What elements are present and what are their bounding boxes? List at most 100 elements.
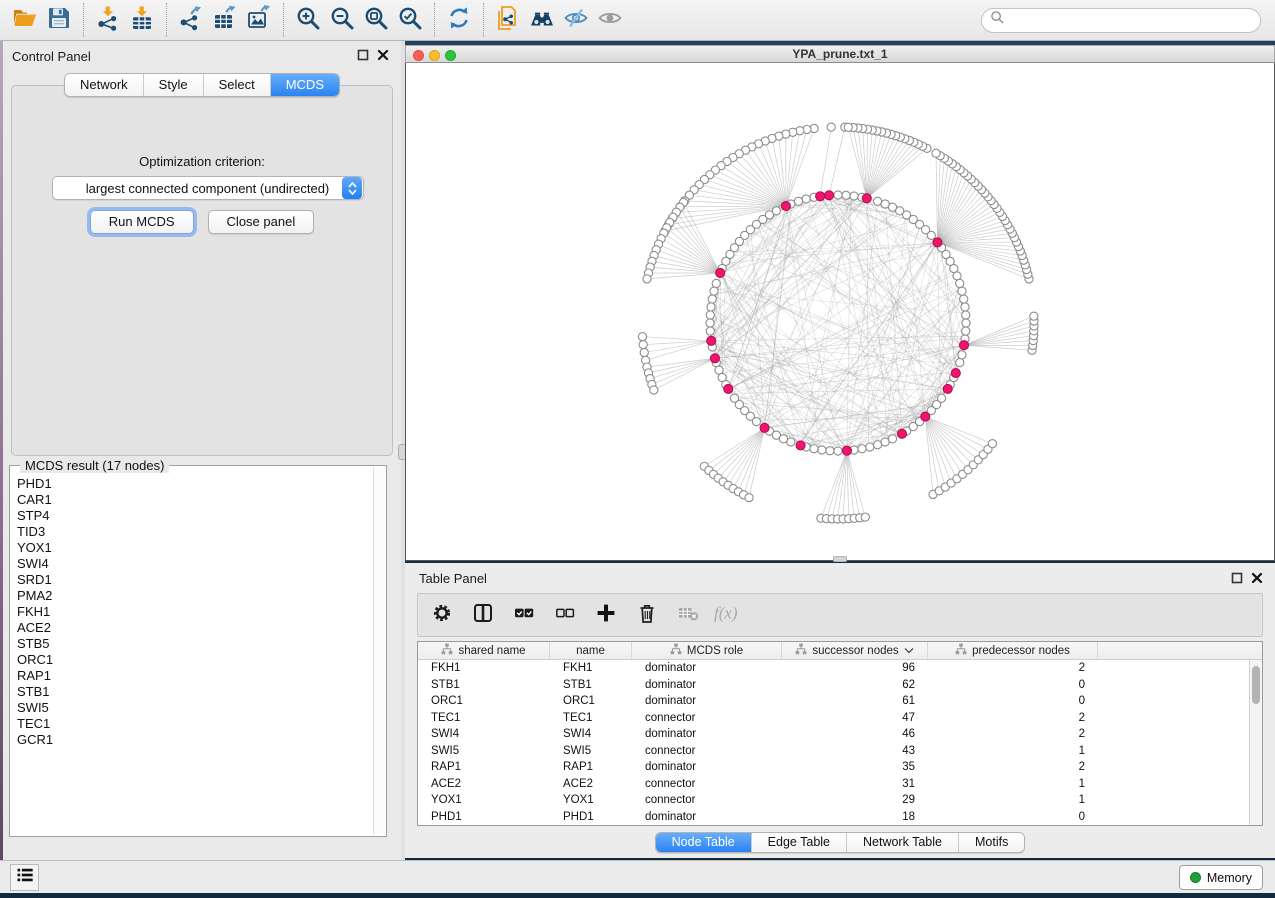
graph-node[interactable] bbox=[827, 123, 835, 131]
export-image-button[interactable] bbox=[242, 4, 276, 36]
window-maximize-button[interactable] bbox=[445, 50, 456, 61]
graph-node[interactable] bbox=[850, 192, 858, 200]
status-list-button[interactable] bbox=[10, 864, 39, 891]
mcds-hub-node[interactable] bbox=[943, 384, 952, 393]
mcds-hub-node[interactable] bbox=[707, 336, 716, 345]
select-all-columns-button[interactable] bbox=[510, 600, 538, 630]
mcds-result-item[interactable]: CAR1 bbox=[11, 492, 373, 508]
mcds-result-item[interactable]: ORC1 bbox=[11, 652, 373, 668]
graph-node[interactable] bbox=[639, 341, 647, 349]
cell-shared-name[interactable]: ORC1 bbox=[418, 693, 550, 710]
cell-MCDS-role[interactable]: connector bbox=[632, 710, 782, 727]
mcds-result-item[interactable]: SWI4 bbox=[11, 556, 373, 572]
mcds-hub-node[interactable] bbox=[898, 429, 907, 438]
close-panel-button[interactable]: Close panel bbox=[208, 210, 315, 234]
cell-successor-nodes[interactable]: 35 bbox=[782, 759, 928, 776]
column-header-MCDS-role[interactable]: MCDS role bbox=[632, 642, 782, 659]
table-row[interactable]: ACE2ACE2connector311 bbox=[418, 776, 1262, 793]
mcds-hub-node[interactable] bbox=[716, 268, 725, 277]
cell-predecessor-nodes[interactable]: 1 bbox=[928, 743, 1098, 760]
graph-node[interactable] bbox=[834, 191, 842, 199]
run-mcds-button[interactable]: Run MCDS bbox=[90, 210, 194, 234]
cell-name[interactable]: RAP1 bbox=[550, 759, 632, 776]
tab-motifs[interactable]: Motifs bbox=[958, 833, 1024, 852]
graph-node[interactable] bbox=[643, 275, 651, 283]
cell-name[interactable]: SWI4 bbox=[550, 726, 632, 743]
graph-node[interactable] bbox=[638, 333, 646, 341]
cell-MCDS-role[interactable]: connector bbox=[632, 776, 782, 793]
cell-predecessor-nodes[interactable]: 0 bbox=[928, 809, 1098, 826]
graph-node[interactable] bbox=[873, 441, 881, 449]
graph-node[interactable] bbox=[866, 443, 874, 451]
table-scrollbar-thumb[interactable] bbox=[1252, 666, 1260, 704]
mcds-result-item[interactable]: PHD1 bbox=[11, 476, 373, 492]
network-canvas[interactable] bbox=[405, 63, 1275, 561]
cell-predecessor-nodes[interactable]: 2 bbox=[928, 710, 1098, 727]
tab-node-table[interactable]: Node Table bbox=[656, 833, 751, 852]
mcds-result-item[interactable]: PMA2 bbox=[11, 588, 373, 604]
cell-MCDS-role[interactable]: dominator bbox=[632, 759, 782, 776]
table-row[interactable]: STB1STB1dominator620 bbox=[418, 677, 1262, 694]
table-scrollbar[interactable] bbox=[1249, 660, 1262, 825]
apply-layout-button[interactable] bbox=[442, 4, 476, 36]
cell-successor-nodes[interactable]: 31 bbox=[782, 776, 928, 793]
hide-graphics-details-button[interactable] bbox=[559, 4, 593, 36]
graph-node[interactable] bbox=[710, 287, 718, 295]
graph-node[interactable] bbox=[787, 438, 795, 446]
import-network-button[interactable] bbox=[91, 4, 125, 36]
graph-node[interactable] bbox=[712, 279, 720, 287]
mcds-result-item[interactable]: STB5 bbox=[11, 636, 373, 652]
mcds-result-item[interactable]: STP4 bbox=[11, 508, 373, 524]
graph-node[interactable] bbox=[958, 287, 966, 295]
cell-MCDS-role[interactable]: dominator bbox=[632, 809, 782, 826]
tab-edge-table[interactable]: Edge Table bbox=[751, 833, 846, 852]
column-header-successor-nodes[interactable]: successor nodes bbox=[782, 642, 928, 659]
mcds-result-list[interactable]: PHD1CAR1STP4TID3YOX1SWI4SRD1PMA2FKH1ACE2… bbox=[11, 476, 373, 835]
cell-shared-name[interactable]: SWI4 bbox=[418, 726, 550, 743]
cell-shared-name[interactable]: ACE2 bbox=[418, 776, 550, 793]
cell-MCDS-role[interactable]: dominator bbox=[632, 693, 782, 710]
cell-shared-name[interactable]: SWI5 bbox=[418, 743, 550, 760]
cell-name[interactable]: FKH1 bbox=[550, 660, 632, 677]
mcds-hub-node[interactable] bbox=[724, 384, 733, 393]
memory-button[interactable]: Memory bbox=[1179, 865, 1263, 890]
graph-node[interactable] bbox=[956, 358, 964, 366]
tab-mcds[interactable]: MCDS bbox=[270, 74, 339, 96]
zoom-fit-button[interactable] bbox=[359, 4, 393, 36]
table-row[interactable]: RAP1RAP1dominator352 bbox=[418, 759, 1262, 776]
graph-node[interactable] bbox=[826, 447, 834, 455]
mcds-hub-node[interactable] bbox=[862, 194, 871, 203]
mcds-hub-node[interactable] bbox=[816, 192, 825, 201]
mcds-hub-node[interactable] bbox=[825, 191, 834, 200]
table-row[interactable]: FKH1FKH1dominator962 bbox=[418, 660, 1262, 677]
network-graph[interactable] bbox=[406, 63, 1274, 559]
tab-select[interactable]: Select bbox=[203, 74, 270, 96]
mcds-hub-node[interactable] bbox=[781, 202, 790, 211]
mcds-hub-node[interactable] bbox=[933, 238, 942, 247]
graph-node[interactable] bbox=[958, 351, 966, 359]
open-session-button[interactable] bbox=[8, 4, 42, 36]
table-row[interactable]: SWI4SWI4dominator462 bbox=[418, 726, 1262, 743]
graph-node[interactable] bbox=[844, 123, 852, 131]
export-network-button[interactable] bbox=[174, 4, 208, 36]
graph-node[interactable] bbox=[650, 386, 658, 394]
graph-node[interactable] bbox=[888, 435, 896, 443]
window-minimize-button[interactable] bbox=[429, 50, 440, 61]
graph-node[interactable] bbox=[881, 200, 889, 208]
table-row[interactable]: SWI5SWI5connector431 bbox=[418, 743, 1262, 760]
cell-MCDS-role[interactable]: dominator bbox=[632, 660, 782, 677]
cell-successor-nodes[interactable]: 18 bbox=[782, 809, 928, 826]
window-close-button[interactable] bbox=[413, 50, 424, 61]
graph-node[interactable] bbox=[873, 197, 881, 205]
cell-successor-nodes[interactable]: 47 bbox=[782, 710, 928, 727]
graph-node[interactable] bbox=[842, 191, 850, 199]
close-panel-icon[interactable] bbox=[377, 49, 389, 61]
graph-node[interactable] bbox=[752, 418, 760, 426]
import-table-button[interactable] bbox=[125, 4, 159, 36]
mcds-hub-node[interactable] bbox=[951, 369, 960, 378]
mcds-hub-node[interactable] bbox=[796, 441, 805, 450]
graph-node[interactable] bbox=[1030, 312, 1038, 320]
table-row[interactable]: YOX1YOX1connector291 bbox=[418, 792, 1262, 809]
new-network-from-selection-button[interactable] bbox=[491, 4, 525, 36]
column-header-predecessor-nodes[interactable]: predecessor nodes bbox=[928, 642, 1098, 659]
